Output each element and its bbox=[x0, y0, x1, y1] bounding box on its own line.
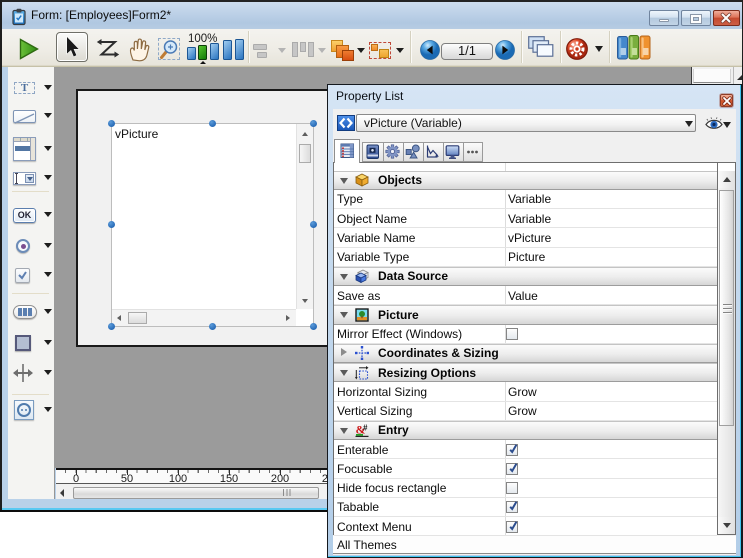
svg-text:#: # bbox=[363, 424, 368, 433]
